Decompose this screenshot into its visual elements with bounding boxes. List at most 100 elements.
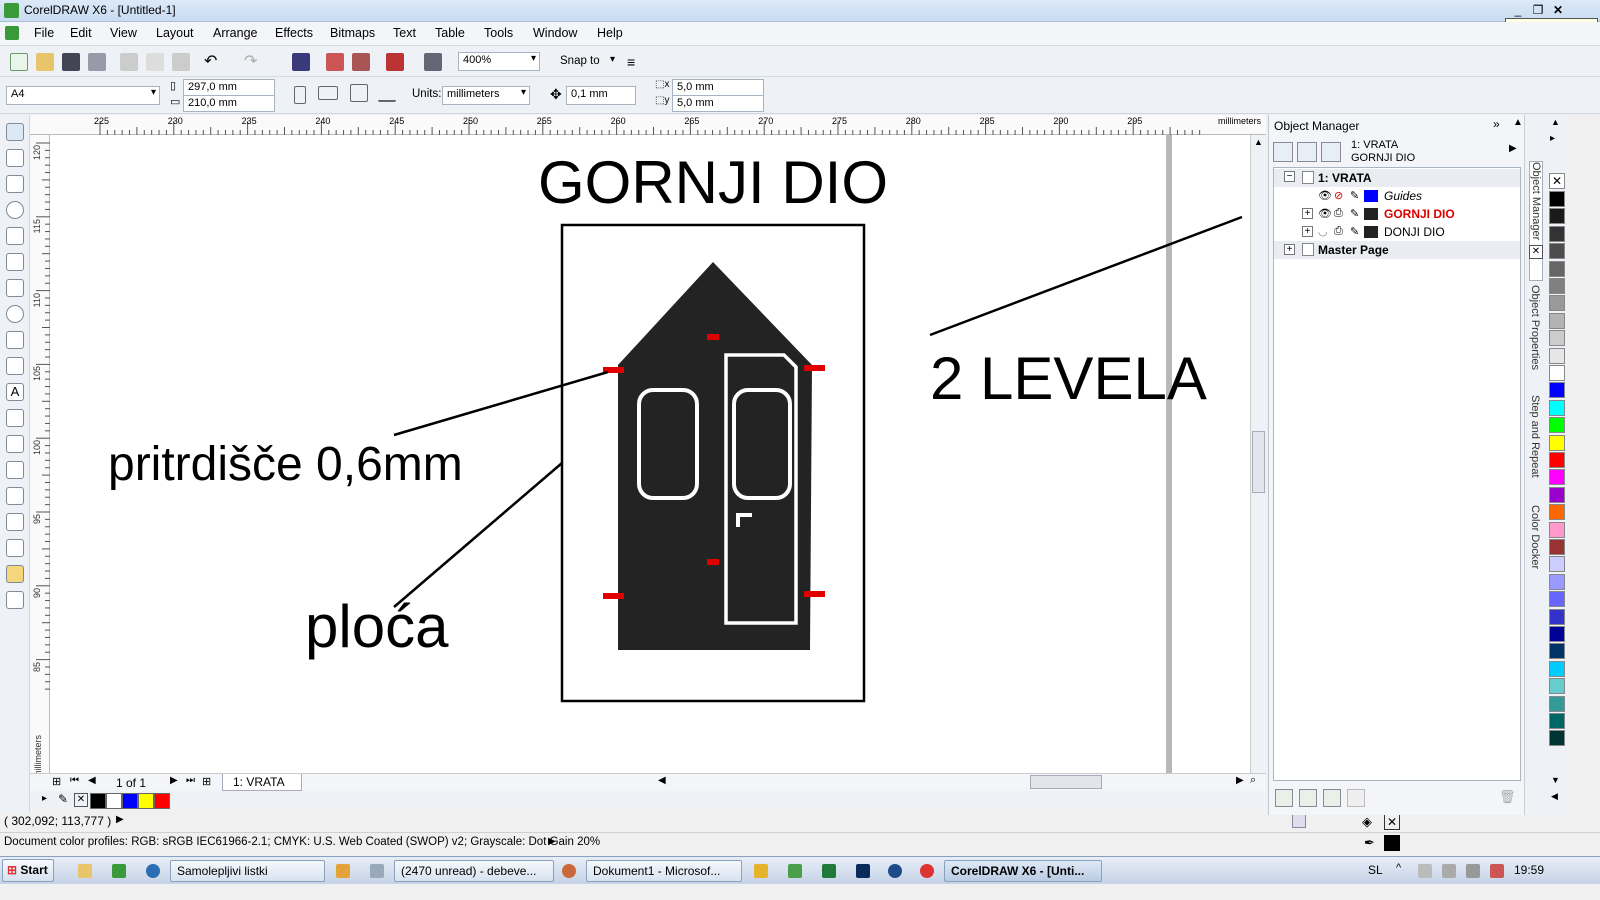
show-hidden-icons-icon[interactable]: ^ <box>1396 862 1401 874</box>
page-height-input[interactable]: 210,0 mm <box>183 95 275 112</box>
menu-edit[interactable]: Edit <box>70 26 92 40</box>
palette-color-swatch[interactable] <box>1549 243 1565 260</box>
copy-icon[interactable] <box>146 53 164 71</box>
layer-color-swatch[interactable] <box>1364 208 1378 220</box>
edit-pencil-icon[interactable]: ✎ <box>1350 225 1359 238</box>
units-select[interactable]: millimeters <box>442 86 530 105</box>
scroll-left-arrow-icon[interactable]: ◀ <box>658 775 666 786</box>
palette-color-swatch[interactable] <box>1549 347 1565 364</box>
document-palette-swatch[interactable] <box>90 793 106 809</box>
palette-color-swatch[interactable] <box>1549 591 1565 608</box>
palette-expand-icon[interactable]: ◀ <box>1551 791 1558 802</box>
menu-file[interactable]: File <box>34 26 54 40</box>
connector-tool-icon[interactable] <box>6 461 24 479</box>
delete-layer-icon[interactable]: 🗑 <box>1499 789 1516 805</box>
palette-color-swatch[interactable] <box>1549 225 1565 242</box>
menu-arrange[interactable]: Arrange <box>213 26 257 40</box>
expand-icon[interactable]: + <box>1284 244 1295 255</box>
palette-color-swatch[interactable] <box>1549 730 1565 747</box>
outline-pen-tool-icon[interactable] <box>6 539 24 557</box>
mount-point-label[interactable]: pritrdišče 0,6mm <box>108 437 463 493</box>
palette-play-icon[interactable]: ▸ <box>42 793 47 804</box>
expand-icon[interactable]: + <box>1302 226 1313 237</box>
print-icon[interactable] <box>88 53 106 71</box>
palette-color-swatch[interactable] <box>1549 382 1565 399</box>
new-document-icon[interactable] <box>10 53 28 71</box>
visibility-eye-closed-icon[interactable]: ◡ <box>1318 225 1328 238</box>
task-samolepljivi-listki[interactable]: Samolepljivi listki <box>170 860 325 882</box>
notepad-icon[interactable] <box>370 864 384 878</box>
current-page-icon[interactable] <box>378 84 396 102</box>
palette-color-swatch[interactable] <box>1549 434 1565 451</box>
palette-color-swatch[interactable] <box>1549 695 1565 712</box>
house-body-shape[interactable] <box>618 262 812 650</box>
scroll-up-arrow-icon[interactable]: ▲ <box>1254 137 1263 147</box>
all-pages-icon[interactable] <box>350 84 368 102</box>
navigator-zoom-icon[interactable]: ⌕ <box>1250 774 1256 787</box>
palette-color-swatch[interactable] <box>1549 417 1565 434</box>
task-mail-unread[interactable]: (2470 unread) - debeve... <box>394 860 554 882</box>
photoshop-icon[interactable] <box>856 864 870 878</box>
page-tab-vrata[interactable]: 1: VRATA <box>222 774 302 791</box>
palette-color-swatch[interactable] <box>1549 521 1565 538</box>
menu-tools[interactable]: Tools <box>484 26 513 40</box>
undo-icon[interactable]: ↶ <box>204 53 222 71</box>
layer-color-swatch[interactable] <box>1364 190 1378 202</box>
object-info-icon[interactable] <box>1292 814 1306 828</box>
tree-layer-gornji-dio[interactable]: + 👁 ⎙ ✎ GORNJI DIO <box>1274 205 1520 223</box>
no-color-swatch[interactable]: ✕ <box>74 793 88 807</box>
palette-color-swatch[interactable] <box>1549 643 1565 660</box>
palette-color-swatch[interactable] <box>1549 365 1565 381</box>
palette-color-swatch[interactable] <box>1549 330 1565 347</box>
tree-master-page[interactable]: + Master Page <box>1274 241 1520 259</box>
edit-across-layers-icon[interactable] <box>1297 142 1317 162</box>
zoom-tool-icon[interactable] <box>6 201 24 219</box>
palette-color-swatch[interactable] <box>1549 556 1565 573</box>
palette-color-swatch[interactable] <box>1549 573 1565 590</box>
fill-bucket-icon[interactable]: ◈ <box>1362 814 1372 830</box>
printer-icon[interactable]: ⎙ <box>1334 207 1343 220</box>
coreldraw-task-icon[interactable] <box>788 864 802 878</box>
new-master-layer-icon[interactable] <box>1299 789 1317 807</box>
page-size-select[interactable]: A4 <box>6 86 160 105</box>
menu-text[interactable]: Text <box>393 26 416 40</box>
vertical-ruler[interactable]: 120 115 110 105 100 95 90 85 millimeters <box>30 135 50 790</box>
palette-color-swatch[interactable] <box>1549 452 1565 468</box>
palette-color-swatch[interactable] <box>1549 295 1565 312</box>
palette-color-swatch[interactable] <box>1549 191 1565 207</box>
mount-point-marker[interactable] <box>804 365 825 371</box>
open-folder-icon[interactable] <box>36 53 54 71</box>
levels-callout-line[interactable] <box>929 215 1243 337</box>
document-palette-swatch[interactable] <box>106 793 122 809</box>
portrait-icon[interactable] <box>294 86 306 104</box>
start-button[interactable]: ⊞ Start <box>2 859 54 882</box>
palette-color-swatch[interactable] <box>1549 278 1565 294</box>
outline-color-swatch[interactable] <box>1384 835 1400 851</box>
edit-pencil-icon[interactable]: ✎ <box>1350 207 1359 220</box>
menu-window[interactable]: Window <box>533 26 577 40</box>
coreldraw-app-icon[interactable] <box>4 3 19 18</box>
menu-help[interactable]: Help <box>597 26 623 40</box>
task-word-document[interactable]: Dokument1 - Microsof... <box>586 860 742 882</box>
profiles-arrow-icon[interactable]: ▶ <box>548 836 556 847</box>
palette-color-swatch[interactable] <box>1549 608 1565 625</box>
docker-tab-object-properties[interactable]: Object Properties <box>1529 285 1541 385</box>
mount-point-marker[interactable] <box>707 559 719 565</box>
search-content-icon[interactable] <box>292 53 310 71</box>
add-page-before-icon[interactable]: ⊞ <box>52 775 61 788</box>
network-icon[interactable] <box>1442 864 1456 878</box>
document-color-profiles[interactable]: Document color profiles: RGB: sRGB IEC61… <box>4 836 600 848</box>
menu-layout[interactable]: Layout <box>156 26 194 40</box>
palette-color-swatch[interactable] <box>1549 486 1565 503</box>
docker-collapse-icon[interactable]: ▲ <box>1513 117 1523 128</box>
document-palette-swatch[interactable] <box>122 793 138 809</box>
new-layer-icon[interactable] <box>1275 789 1293 807</box>
show-properties-icon[interactable] <box>1273 142 1293 162</box>
docker-tab-step-and-repeat[interactable]: Step and Repeat <box>1529 395 1541 495</box>
add-page-after-icon[interactable]: ⊞ <box>202 775 211 788</box>
palette-color-swatch[interactable] <box>1549 260 1565 277</box>
options-icon[interactable]: ≡ <box>627 53 645 71</box>
smart-fill-tool-icon[interactable] <box>6 253 24 271</box>
palette-color-swatch[interactable] <box>1549 626 1565 642</box>
palette-options-icon[interactable]: ▸ <box>1550 133 1555 144</box>
